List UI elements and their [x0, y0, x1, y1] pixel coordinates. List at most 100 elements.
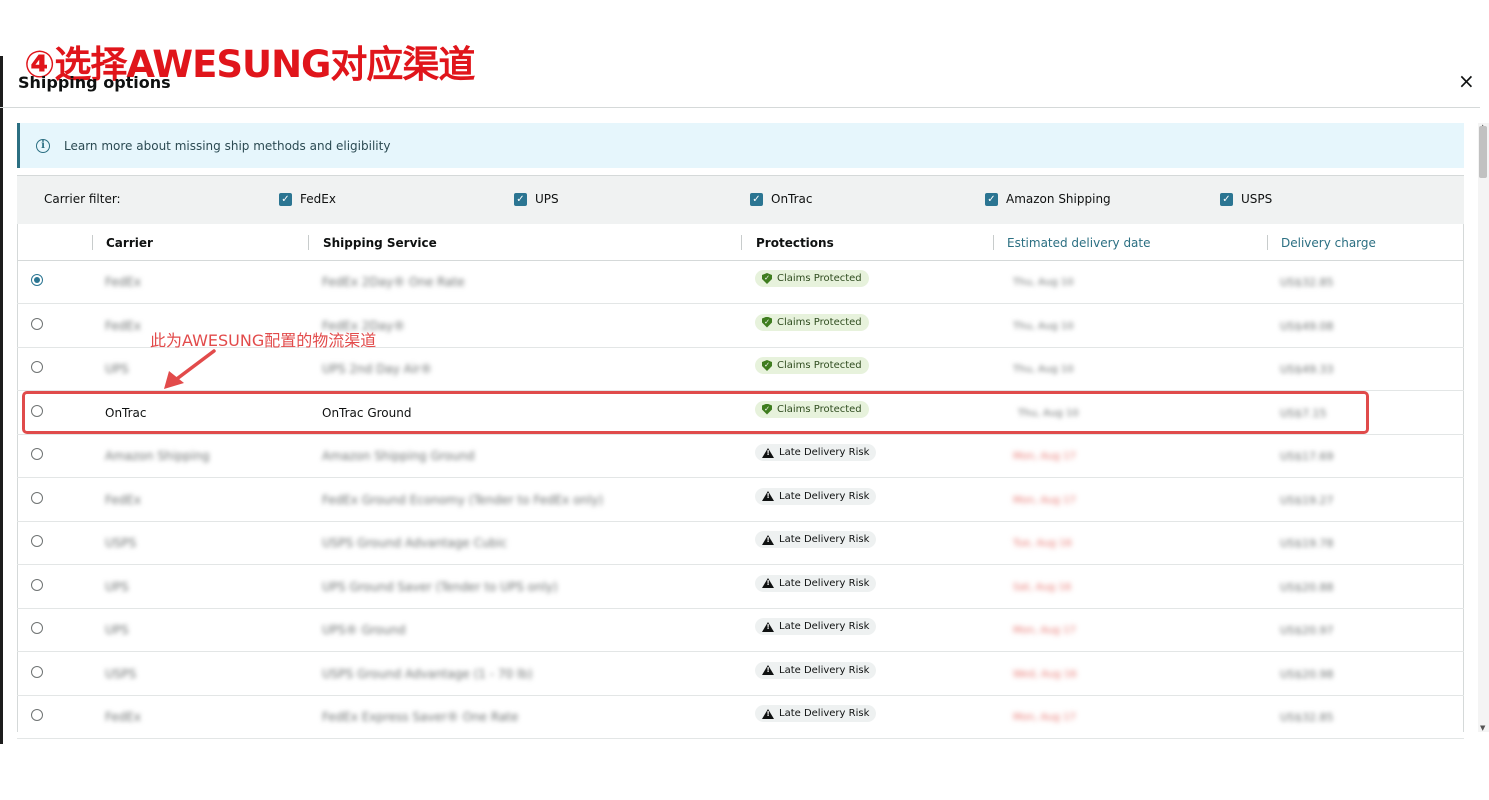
delivery-date-cell: Mon, Aug 17	[1013, 712, 1076, 723]
delivery-date-cell: Wed, Aug 16	[1013, 668, 1077, 680]
scrollbar-thumb[interactable]	[1479, 126, 1487, 178]
table-row[interactable]: FedEx FedEx Express Saver® One Rate Late D…	[17, 696, 1464, 739]
delivery-date-cell: Thu, Aug 10	[1013, 320, 1074, 332]
protection-badge: Late Delivery Risk	[755, 574, 877, 592]
delivery-charge-cell: US$20.88	[1280, 580, 1334, 594]
service-cell: FedEx Express Saver® One Rate	[322, 710, 519, 724]
delivery-date-cell: Thu, Aug 10	[1013, 364, 1074, 375]
delivery-date-cell: Mon, Aug 17	[1013, 451, 1076, 462]
carrier-cell: FedEx	[105, 275, 141, 289]
filter-amazon-shipping-checkbox[interactable]: ✓ Amazon Shipping	[985, 192, 1111, 206]
protection-badge: Late Delivery Risk	[755, 487, 877, 505]
modal-title: Shipping options	[18, 73, 171, 92]
protection-badge: ✓ Claims Protected	[755, 270, 869, 287]
column-header-protections: Protections	[756, 236, 834, 250]
service-cell: FedEx 2Day® One Rate	[322, 275, 465, 289]
column-header-carrier: Carrier	[106, 236, 153, 250]
checkbox-checked-icon[interactable]: ✓	[514, 192, 527, 206]
scrollbar[interactable]: ▲ ▼	[1478, 123, 1489, 732]
shipping-option-radio[interactable]	[31, 622, 43, 634]
shipping-option-radio[interactable]	[31, 578, 43, 591]
table-row[interactable]: OnTrac OnTrac Ground ✓ Claims Protected Thu,…	[17, 392, 1464, 435]
info-icon: i	[36, 138, 50, 153]
close-icon[interactable]: ×	[1458, 70, 1475, 92]
column-header-delivery-date[interactable]: Estimated delivery date	[1007, 236, 1151, 250]
filter-usps-checkbox[interactable]: ✓ USPS	[1220, 192, 1272, 206]
delivery-charge-cell: US$49.33	[1280, 363, 1334, 376]
column-separator	[1267, 235, 1268, 250]
delivery-charge-cell: US$32.85	[1280, 276, 1334, 289]
service-cell: FedEx Ground Economy (Tender to FedEx on…	[322, 492, 604, 507]
carrier-cell: OnTrac	[105, 405, 147, 420]
scroll-down-icon[interactable]: ▼	[1480, 724, 1485, 732]
carrier-cell: Amazon Shipping	[105, 449, 210, 463]
shipping-option-radio[interactable]	[31, 448, 43, 460]
checkbox-checked-icon[interactable]: ✓	[750, 192, 763, 206]
protection-badge: Late Delivery Risk	[755, 444, 877, 461]
protection-badge: Late Delivery Risk	[755, 531, 877, 548]
shipping-option-radio[interactable]	[31, 491, 43, 504]
table-row[interactable]: USPS USPS Ground Advantage (1 - 70 lb) Lat…	[17, 653, 1464, 696]
shipping-option-radio[interactable]	[31, 535, 43, 547]
warning-icon	[762, 621, 774, 632]
delivery-date-cell: Mon, Aug 17	[1013, 494, 1076, 506]
warning-icon	[762, 447, 774, 458]
shipping-option-radio[interactable]	[31, 317, 43, 330]
delivery-date-cell: Thu, Aug 10	[1018, 407, 1079, 419]
delivery-charge-cell: US$49.08	[1280, 319, 1334, 333]
carrier-cell: UPS	[105, 362, 129, 376]
carrier-filter-label: Carrier filter:	[44, 192, 121, 206]
checkbox-checked-icon[interactable]: ✓	[985, 192, 998, 206]
delivery-charge-cell: US$7.15	[1280, 406, 1327, 420]
table-row[interactable]: FedEx FedEx 2Day® One Rate ✓ Claims Protect…	[17, 261, 1464, 304]
checkbox-checked-icon[interactable]: ✓	[279, 192, 292, 206]
delivery-charge-cell: US$32.85	[1280, 711, 1334, 724]
shipping-option-radio[interactable]	[31, 709, 43, 721]
table-row[interactable]: UPS UPS Ground Saver (Tender to UPS only)…	[17, 566, 1464, 609]
service-cell: UPS Ground Saver (Tender to UPS only)	[322, 579, 558, 594]
service-cell: USPS Ground Advantage Cubic	[322, 536, 508, 550]
shipping-option-radio[interactable]	[31, 404, 43, 417]
shield-check-icon: ✓	[762, 316, 772, 328]
protection-badge: ✓ Claims Protected	[755, 357, 869, 374]
header-divider	[0, 107, 1480, 108]
shipping-option-radio[interactable]	[31, 665, 43, 678]
shipping-option-radio[interactable]	[31, 274, 43, 286]
shield-check-icon: ✓	[762, 273, 772, 284]
filter-ontrac-checkbox[interactable]: ✓ OnTrac	[750, 192, 813, 206]
service-cell: Amazon Shipping Ground	[322, 449, 475, 463]
annotation-note: 此为AWESUNG配置的物流渠道	[150, 331, 377, 350]
column-header-delivery-charge[interactable]: Delivery charge	[1281, 236, 1376, 250]
protection-badge: ✓ Claims Protected	[755, 400, 869, 418]
service-cell: OnTrac Ground	[322, 405, 412, 420]
left-window-edge	[0, 56, 3, 744]
delivery-date-cell: Mon, Aug 17	[1013, 625, 1076, 636]
filter-ups-checkbox[interactable]: ✓ UPS	[514, 192, 559, 206]
shield-check-icon: ✓	[762, 360, 772, 371]
delivery-date-cell: Tue, Aug 16	[1013, 538, 1072, 549]
delivery-charge-cell: US$19.78	[1280, 537, 1334, 550]
protection-badge: Late Delivery Risk	[755, 618, 877, 635]
table-row[interactable]: UPS UPS® Ground Late Delivery Risk Mon, Aug…	[17, 609, 1464, 652]
missing-ship-methods-link[interactable]: Learn more about missing ship methods an…	[64, 139, 390, 153]
table-row[interactable]: FedEx FedEx Ground Economy (Tender to Fed…	[17, 479, 1464, 522]
delivery-date-cell: Sat, Aug 16	[1013, 581, 1072, 593]
carrier-filter-bar: Carrier filter: ✓ FedEx ✓ UPS ✓ OnTrac ✓…	[17, 175, 1464, 224]
delivery-charge-cell: US$20.97	[1280, 624, 1334, 637]
delivery-charge-cell: US$17.69	[1280, 450, 1334, 463]
column-separator	[741, 235, 742, 250]
checkbox-checked-icon[interactable]: ✓	[1220, 192, 1233, 206]
table-row[interactable]: USPS USPS Ground Advantage Cubic Late Deli…	[17, 522, 1464, 565]
delivery-date-cell: Thu, Aug 10	[1013, 277, 1074, 288]
carrier-cell: UPS	[105, 579, 129, 594]
table-row[interactable]: Amazon Shipping Amazon Shipping Ground Lat…	[17, 435, 1464, 478]
filter-fedex-checkbox[interactable]: ✓ FedEx	[279, 192, 336, 206]
carrier-cell: USPS	[105, 536, 137, 550]
carrier-cell: FedEx	[105, 710, 141, 724]
warning-icon	[762, 665, 774, 675]
column-separator	[92, 235, 93, 250]
shield-check-icon: ✓	[762, 403, 772, 415]
table-row[interactable]: UPS UPS 2nd Day Air® ✓ Claims Protected Thu,…	[17, 348, 1464, 391]
shipping-option-radio[interactable]	[31, 361, 43, 373]
warning-icon	[762, 578, 774, 588]
